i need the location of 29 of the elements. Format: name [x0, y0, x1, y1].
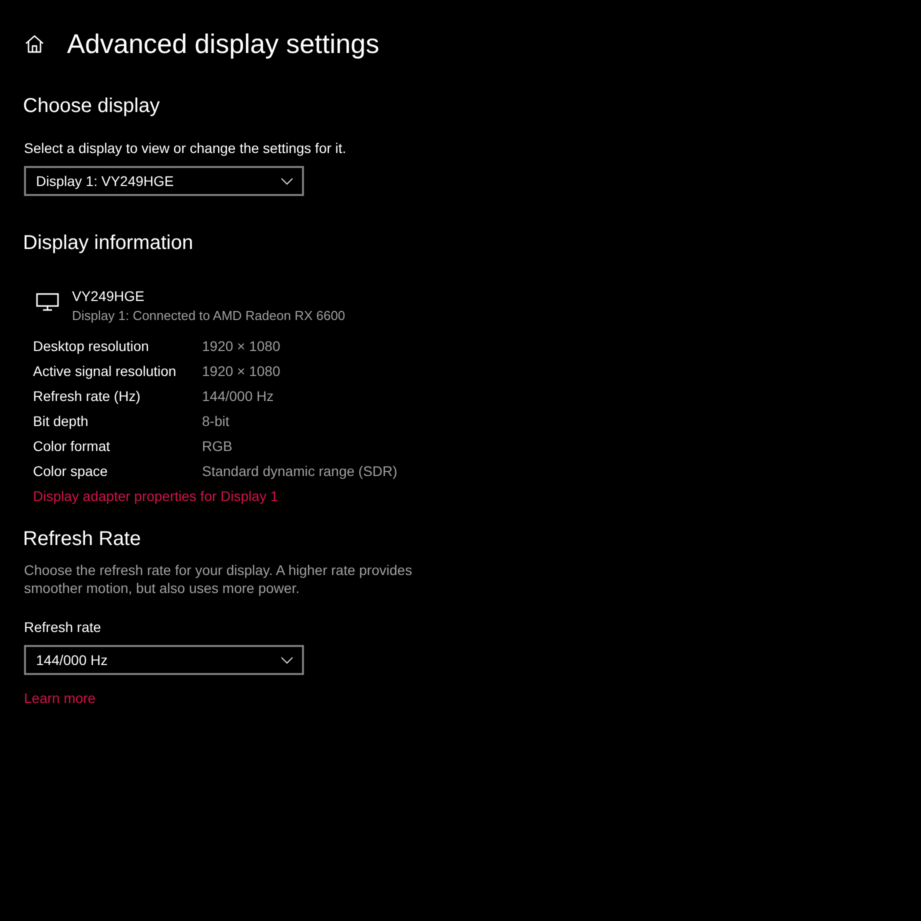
monitor-name: VY249HGE — [72, 287, 146, 306]
adapter-properties-link[interactable]: Display adapter properties for Display 1 — [33, 484, 278, 509]
info-value: RGB — [202, 437, 234, 456]
learn-more-link[interactable]: Learn more — [24, 688, 96, 708]
field-label: Select a display to view or change the settings for it. — [24, 139, 348, 158]
info-value: 1920 × 1080 — [202, 362, 282, 381]
info-label: Color space — [33, 462, 109, 481]
section-description: Choose the refresh rate for your display. A higher rate provides smoother motion, but also uses more power. — [24, 561, 414, 597]
info-value: 8-bit — [202, 412, 230, 431]
info-value: 144/000 Hz — [202, 387, 275, 406]
info-label: Refresh rate (Hz) — [33, 387, 142, 406]
info-label: Desktop resolution — [33, 337, 150, 356]
field-label: Refresh rate — [24, 618, 102, 637]
section-heading: Choose display — [23, 94, 161, 119]
chevron-down-icon — [281, 178, 293, 184]
monitor-description: Display 1: Connected to AMD Radeon RX 6600 — [72, 307, 346, 325]
chevron-down-icon — [281, 656, 293, 664]
section-heading: Refresh Rate — [23, 527, 142, 552]
monitor-icon — [36, 293, 59, 311]
section-heading: Display information — [23, 231, 194, 256]
info-label: Color format — [33, 437, 112, 456]
home-icon[interactable] — [25, 35, 44, 53]
info-value: 1920 × 1080 — [202, 337, 282, 356]
info-value: Standard dynamic range (SDR) — [202, 462, 398, 481]
page-title: Advanced display settings — [67, 28, 380, 60]
info-label: Active signal resolution — [33, 362, 178, 381]
refresh-rate-dropdown[interactable]: 144/000 Hz — [24, 645, 304, 675]
info-label: Bit depth — [33, 412, 90, 431]
display-dropdown[interactable]: Display 1: VY249HGE — [24, 166, 304, 196]
